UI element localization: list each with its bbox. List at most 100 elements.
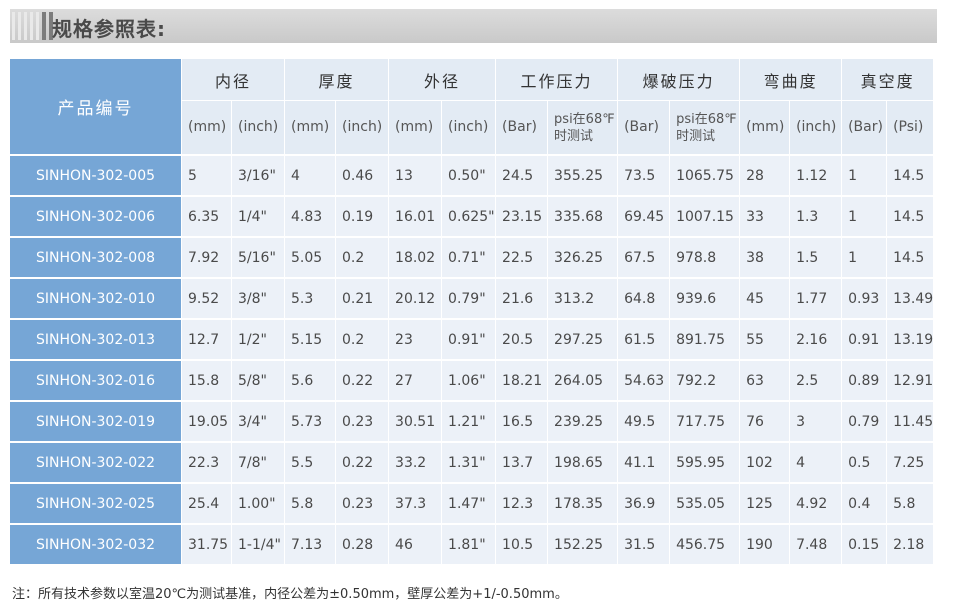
group-header-bend-radius: 弯曲度: [739, 59, 842, 101]
table-cell: 14.5: [886, 238, 934, 279]
table-cell: 30.51: [388, 402, 442, 443]
table-cell: 25.4: [181, 484, 231, 525]
table-row: SINHON-302-019 19.05 3/4" 5.73 0.23 30.51 1.21…: [10, 402, 933, 443]
table-cell: 5.3: [284, 279, 336, 320]
table-cell: 38: [739, 238, 790, 279]
table-cell: 5.6: [284, 361, 336, 402]
table-cell: 0.89: [841, 361, 887, 402]
table-cell: 1.12: [789, 156, 842, 197]
table-cell: 0.46: [335, 156, 389, 197]
table-cell: 67.5: [617, 238, 670, 279]
table-cell: 1: [841, 197, 887, 238]
table-cell: 1.77: [789, 279, 842, 320]
table-cell: 1/2": [231, 320, 285, 361]
product-code-cell: SINHON-302-010: [10, 279, 181, 320]
product-code-cell: SINHON-302-016: [10, 361, 181, 402]
table-cell: 0.50": [441, 156, 496, 197]
table-cell: 19.05: [181, 402, 231, 443]
table-cell: 7/8": [231, 443, 285, 484]
title-stripes-decoration: [12, 12, 53, 40]
table-cell: 5.05: [284, 238, 336, 279]
unit-header: (inch): [441, 101, 496, 156]
table-cell: 0.79": [441, 279, 496, 320]
table-cell: 64.8: [617, 279, 670, 320]
group-header-working-pressure: 工作压力: [495, 59, 618, 101]
table-cell: 535.05: [669, 484, 740, 525]
table-cell: 23: [388, 320, 442, 361]
table-cell: 3/8": [231, 279, 285, 320]
table-cell: 9.52: [181, 279, 231, 320]
table-row: SINHON-302-025 25.4 1.00" 5.8 0.23 37.3 1.47" 1…: [10, 484, 934, 525]
table-cell: 20.5: [495, 320, 548, 361]
group-header-vacuum: 真空度: [841, 59, 934, 101]
table-cell: 313.2: [547, 279, 618, 320]
table-cell: 456.75: [669, 525, 740, 566]
table-row: SINHON-302-006 6.35 1/4" 4.83 0.19 16.01 0.625…: [10, 197, 934, 238]
product-code-cell: SINHON-302-032: [10, 525, 181, 566]
table-cell: 2.5: [789, 361, 842, 402]
table-cell: 11.45: [886, 402, 933, 443]
table-cell: 18.02: [388, 238, 442, 279]
table-cell: 335.68: [547, 197, 618, 238]
table-cell: 125: [739, 484, 790, 525]
table-cell: 239.25: [547, 402, 618, 443]
table-cell: 36.9: [617, 484, 670, 525]
table-cell: 152.25: [547, 525, 618, 566]
table-cell: 28: [739, 156, 790, 197]
table-cell: 5: [181, 156, 231, 197]
table-cell: 49.5: [617, 402, 670, 443]
table-row: SINHON-302-022 22.3 7/8" 5.5 0.22 33.2 1.31" 13…: [10, 443, 934, 484]
table-cell: 2.18: [886, 525, 934, 566]
unit-header: (mm): [739, 101, 790, 156]
table-cell: 0.71": [441, 238, 496, 279]
table-cell: 5.73: [284, 402, 336, 443]
table-cell: 24.5: [495, 156, 548, 197]
table-cell: 792.2: [669, 361, 740, 402]
table-cell: 13.7: [495, 443, 548, 484]
table-cell: 4: [284, 156, 336, 197]
table-cell: 1.3: [789, 197, 842, 238]
table-cell: 326.25: [547, 238, 618, 279]
product-code-cell: SINHON-302-022: [10, 443, 181, 484]
table-cell: 31.75: [181, 525, 231, 566]
table-cell: 1.81": [441, 525, 496, 566]
unit-header: (Bar): [495, 101, 548, 156]
unit-header: (inch): [231, 101, 285, 156]
unit-header: psi在68℉ 时测试: [547, 101, 618, 156]
table-cell: 14.5: [886, 197, 934, 238]
table-cell: 4.92: [789, 484, 842, 525]
table-cell: 7.48: [789, 525, 842, 566]
table-cell: 7.92: [181, 238, 231, 279]
group-header-burst-pressure: 爆破压力: [617, 59, 740, 101]
table-cell: 55: [739, 320, 790, 361]
table-cell: 0.21: [335, 279, 389, 320]
table-cell: 1.21": [441, 402, 496, 443]
table-cell: 13.49: [886, 279, 933, 320]
table-cell: 0.22: [335, 443, 389, 484]
group-header-thickness: 厚度: [284, 59, 389, 101]
table-cell: 3/4": [231, 402, 285, 443]
table-cell: 717.75: [669, 402, 740, 443]
table-cell: 33.2: [388, 443, 442, 484]
table-cell: 0.91": [441, 320, 496, 361]
table-cell: 264.05: [547, 361, 618, 402]
table-cell: 939.6: [669, 279, 740, 320]
table-cell: 22.3: [181, 443, 231, 484]
table-cell: 4.83: [284, 197, 336, 238]
table-cell: 1.31": [441, 443, 496, 484]
table-cell: 595.95: [669, 443, 740, 484]
table-row: SINHON-302-032 31.75 1-1/4" 7.13 0.28 46 1.81"…: [10, 525, 934, 566]
table-cell: 297.25: [547, 320, 618, 361]
table-cell: 978.8: [669, 238, 740, 279]
table-cell: 3: [789, 402, 842, 443]
table-cell: 0.19: [335, 197, 389, 238]
table-cell: 1: [841, 156, 887, 197]
footnote: 注：所有技术参数以室温20℃为测试基准，内径公差为±0.50mm，壁厚公差为+1…: [12, 587, 568, 602]
table-cell: 14.5: [886, 156, 934, 197]
table-cell: 37.3: [388, 484, 442, 525]
table-cell: 1007.15: [669, 197, 740, 238]
table-cell: 1: [841, 238, 887, 279]
table-row: SINHON-302-005 5 3/16" 4 0.46 13 0.50" 24.5 355.…: [10, 156, 934, 197]
table-cell: 0.4: [841, 484, 887, 525]
product-code-header: 产品编号: [10, 59, 181, 156]
